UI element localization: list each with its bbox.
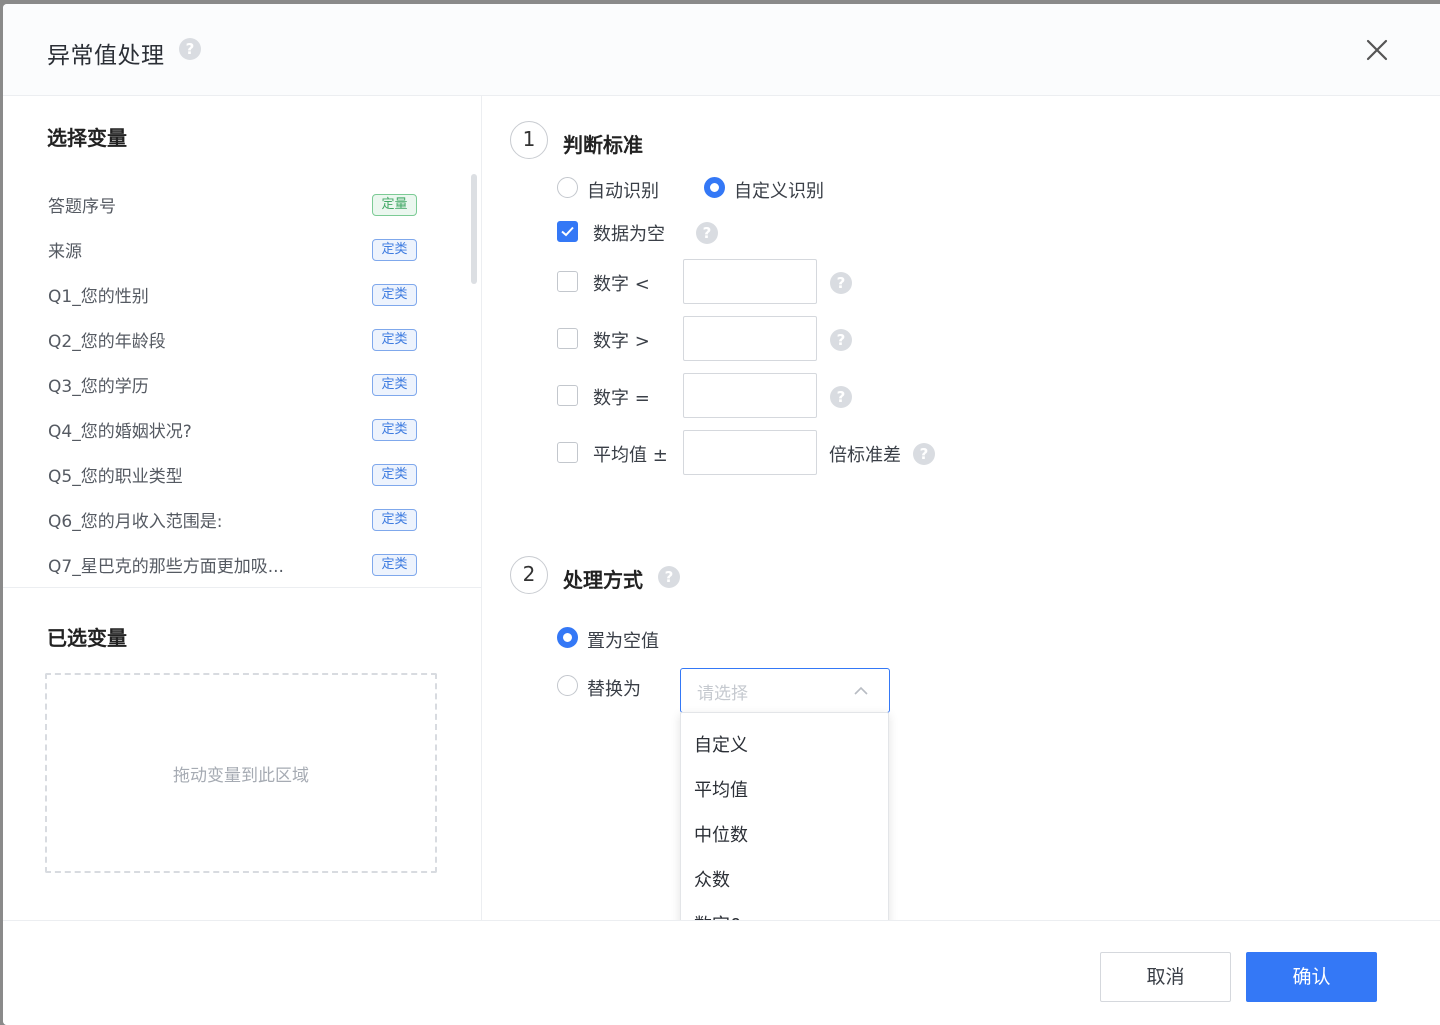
close-icon[interactable] xyxy=(1359,32,1395,68)
variable-list-item[interactable]: Q7_星巴克的那些方面更加吸... 定类 xyxy=(3,544,482,589)
replace-method-select[interactable]: 请选择 xyxy=(680,668,890,713)
custom-detect-radio[interactable] xyxy=(704,177,725,198)
dialog-header: 异常值处理 ? xyxy=(3,4,1440,96)
step-2-circle: 2 xyxy=(510,556,548,594)
chevron-up-icon xyxy=(854,686,868,695)
variable-list-item[interactable]: Q2_您的年龄段 定类 xyxy=(3,319,482,364)
question-circle-icon[interactable]: ? xyxy=(913,443,935,465)
less-than-label: 数字 < xyxy=(593,274,650,295)
variable-type-tag: 定类 xyxy=(372,554,417,576)
confirm-button[interactable]: 确认 xyxy=(1246,952,1377,1002)
std-suffix-label: 倍标准差 xyxy=(829,445,901,466)
variable-type-tag: 定类 xyxy=(372,329,417,351)
step-1-circle: 1 xyxy=(510,121,548,159)
question-circle-icon[interactable]: ? xyxy=(830,329,852,351)
select-placeholder: 请选择 xyxy=(697,684,748,704)
settings-panel: 1 判断标准 自动识别 自定义识别 数据为空 ? 数字 < ? 数字 > ? 数… xyxy=(483,96,1440,1001)
question-circle-icon[interactable]: ? xyxy=(179,38,201,60)
variable-list-item[interactable]: 来源 定类 xyxy=(3,229,482,274)
variable-label: Q4_您的婚姻状况? xyxy=(48,422,192,442)
greater-than-label: 数字 > xyxy=(593,331,650,352)
auto-detect-label: 自动识别 xyxy=(587,181,659,202)
replace-radio[interactable] xyxy=(557,675,578,696)
question-circle-icon[interactable]: ? xyxy=(658,566,680,588)
empty-data-checkbox[interactable] xyxy=(557,221,578,242)
criteria-title: 判断标准 xyxy=(563,133,643,157)
variable-label: Q1_您的性别 xyxy=(48,287,149,307)
dropzone-hint: 拖动变量到此区域 xyxy=(173,766,309,786)
custom-detect-label: 自定义识别 xyxy=(734,181,824,202)
variable-panel: 选择变量 答题序号 定量 来源 定类 Q1_您的性别 定类 Q2_您的年龄段 定类 Q3_您的学… xyxy=(3,96,482,920)
variable-type-tag: 定类 xyxy=(372,239,417,261)
equals-checkbox[interactable] xyxy=(557,385,578,406)
greater-than-input[interactable] xyxy=(683,316,817,361)
equals-label: 数字 = xyxy=(593,388,650,409)
variable-label: Q2_您的年龄段 xyxy=(48,332,166,352)
set-null-radio[interactable] xyxy=(557,627,578,648)
outlier-dialog: 异常值处理 ? 选择变量 答题序号 定量 来源 定类 Q1_您的性别 定类 Q2_您的年龄段… xyxy=(3,4,1440,1025)
less-than-checkbox[interactable] xyxy=(557,271,578,292)
variable-label: 答题序号 xyxy=(48,197,116,217)
variable-label: Q5_您的职业类型 xyxy=(48,467,183,487)
variable-list-item[interactable]: Q6_您的月收入范围是: 定类 xyxy=(3,499,482,544)
dialog-title: 异常值处理 xyxy=(47,43,165,69)
variable-label: Q3_您的学历 xyxy=(48,377,149,397)
variable-list-item[interactable]: 答题序号 定量 xyxy=(3,184,482,229)
variable-list-item[interactable]: Q3_您的学历 定类 xyxy=(3,364,482,409)
dropdown-option[interactable]: 中位数 xyxy=(681,813,888,858)
empty-data-label: 数据为空 xyxy=(593,224,665,245)
variable-type-tag: 定类 xyxy=(372,284,417,306)
variable-label: Q6_您的月收入范围是: xyxy=(48,512,223,532)
cancel-button[interactable]: 取消 xyxy=(1100,952,1231,1002)
question-circle-icon[interactable]: ? xyxy=(830,386,852,408)
variable-dropzone[interactable]: 拖动变量到此区域 xyxy=(45,673,437,873)
variable-type-tag: 定类 xyxy=(372,374,417,396)
dropdown-option[interactable]: 众数 xyxy=(681,858,888,903)
dropdown-option[interactable]: 平均值 xyxy=(681,768,888,813)
left-divider xyxy=(3,587,482,588)
variable-type-tag: 定类 xyxy=(372,509,417,531)
select-variables-heading: 选择变量 xyxy=(47,126,127,150)
mean-std-input[interactable] xyxy=(683,430,817,475)
variable-list: 答题序号 定量 来源 定类 Q1_您的性别 定类 Q2_您的年龄段 定类 Q3_您的学历 定类 Q4… xyxy=(3,184,482,589)
variable-type-tag: 定类 xyxy=(372,419,417,441)
question-circle-icon[interactable]: ? xyxy=(696,222,718,244)
replace-label: 替换为 xyxy=(587,679,641,700)
mean-std-label: 平均值 ± xyxy=(593,445,668,466)
set-null-label: 置为空值 xyxy=(587,631,659,652)
mean-std-checkbox[interactable] xyxy=(557,442,578,463)
equals-input[interactable] xyxy=(683,373,817,418)
greater-than-checkbox[interactable] xyxy=(557,328,578,349)
dropdown-option[interactable]: 自定义 xyxy=(681,723,888,768)
question-circle-icon[interactable]: ? xyxy=(830,272,852,294)
dialog-footer: 取消 确认 xyxy=(3,920,1440,1025)
variable-list-item[interactable]: Q4_您的婚姻状况? 定类 xyxy=(3,409,482,454)
handling-title: 处理方式 xyxy=(563,568,643,592)
variable-label: Q7_星巴克的那些方面更加吸... xyxy=(48,557,284,577)
auto-detect-radio[interactable] xyxy=(557,177,578,198)
variable-label: 来源 xyxy=(48,242,82,262)
less-than-input[interactable] xyxy=(683,259,817,304)
variable-type-tag: 定类 xyxy=(372,464,417,486)
selected-variables-heading: 已选变量 xyxy=(47,626,127,650)
variable-list-item[interactable]: Q5_您的职业类型 定类 xyxy=(3,454,482,499)
variable-list-item[interactable]: Q1_您的性别 定类 xyxy=(3,274,482,319)
variable-type-tag: 定量 xyxy=(372,194,417,216)
